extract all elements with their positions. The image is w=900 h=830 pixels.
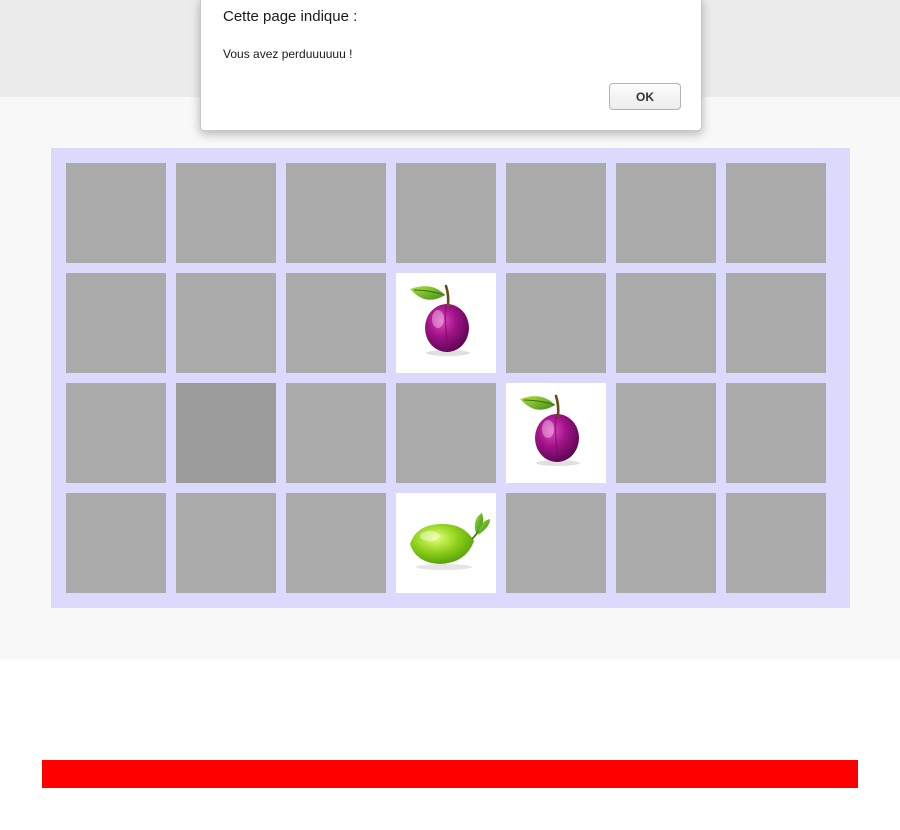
card-hidden[interactable] [66,273,166,373]
card-hidden[interactable] [726,493,826,593]
card-hidden[interactable] [616,163,716,263]
card-hidden[interactable] [286,493,386,593]
card-hidden[interactable] [506,163,606,263]
card-hidden[interactable] [726,273,826,373]
card-hidden[interactable] [66,493,166,593]
card-hidden[interactable] [506,493,606,593]
card-hidden[interactable] [616,273,716,373]
card-hidden[interactable] [176,383,276,483]
card-hidden[interactable] [616,493,716,593]
alert-title: Cette page indique : [223,8,358,25]
card-hidden[interactable] [66,163,166,263]
card-hidden[interactable] [286,163,386,263]
card-hidden[interactable] [286,383,386,483]
card-hidden[interactable] [176,493,276,593]
card-revealed-plum[interactable] [506,383,606,483]
card-hidden[interactable] [396,163,496,263]
card-hidden[interactable] [176,163,276,263]
memory-game-board [51,148,850,608]
card-hidden[interactable] [286,273,386,373]
alert-message: Vous avez perduuuuuu ! [223,47,353,61]
card-hidden[interactable] [616,383,716,483]
alert-dialog: Cette page indique : Vous avez perduuuuu… [200,0,702,131]
card-revealed-lime[interactable] [396,493,496,593]
timer-bar [42,760,858,788]
card-hidden[interactable] [506,273,606,373]
card-hidden[interactable] [726,383,826,483]
card-hidden[interactable] [726,163,826,263]
card-hidden[interactable] [396,383,496,483]
alert-ok-button[interactable]: OK [609,83,681,110]
card-hidden[interactable] [66,383,166,483]
timer-bar-fill [42,760,858,788]
card-revealed-plum[interactable] [396,273,496,373]
card-hidden[interactable] [176,273,276,373]
